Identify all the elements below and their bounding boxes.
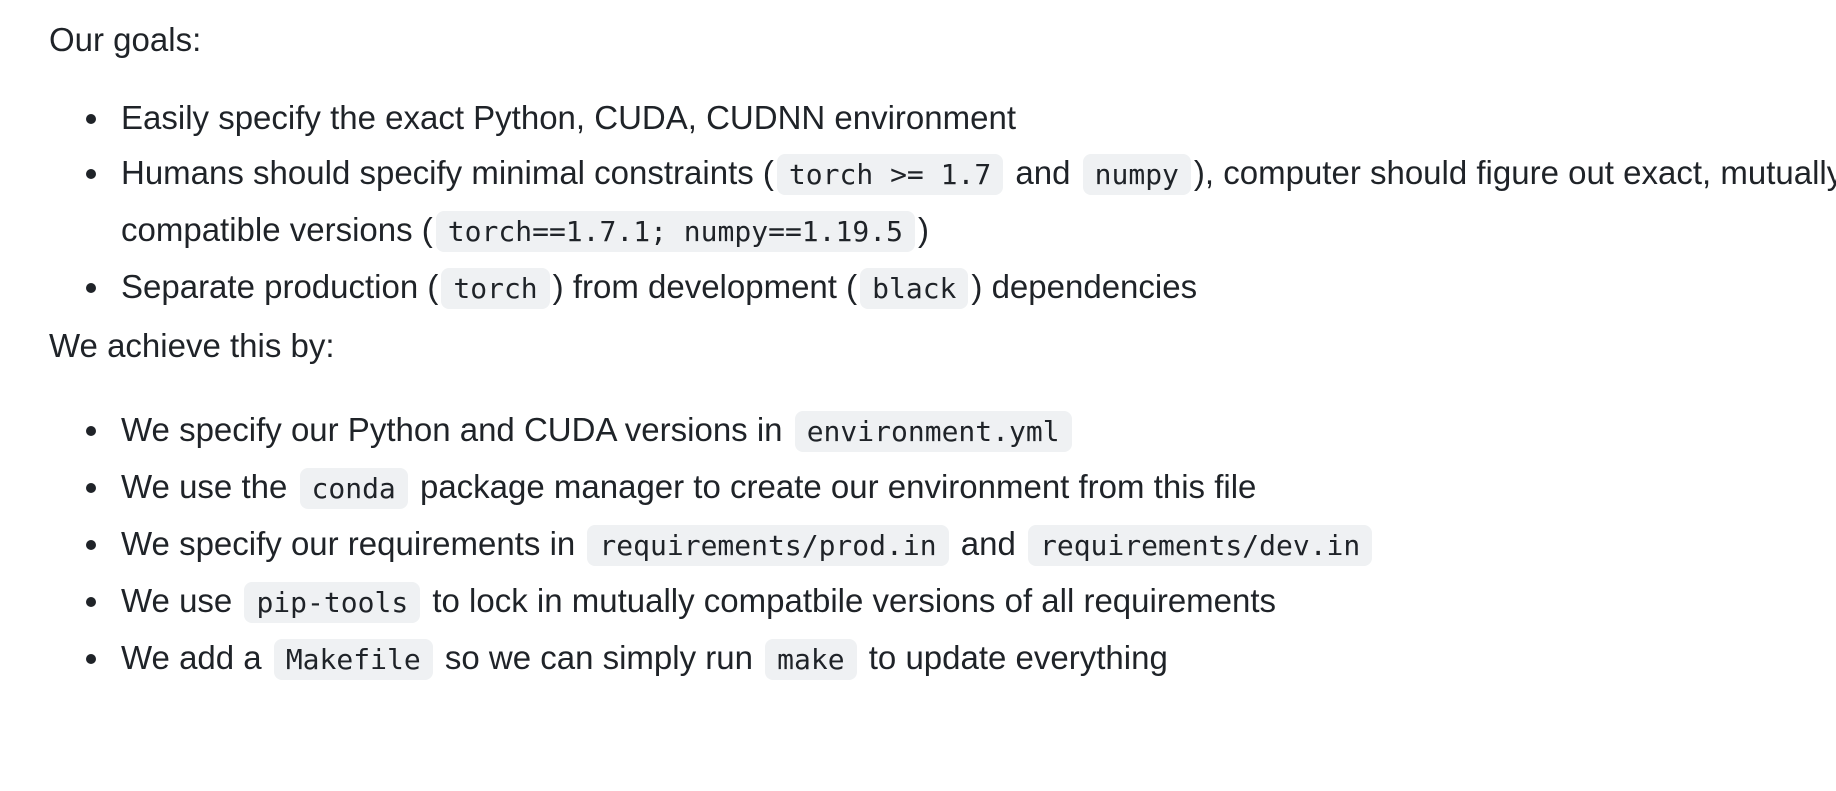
inline-code: pip-tools	[244, 582, 421, 623]
list-item: We specify our requirements in requireme…	[86, 516, 1836, 573]
item-text: Separate production (	[121, 268, 439, 305]
inline-code: numpy	[1082, 154, 1191, 195]
item-text: We use the	[121, 468, 297, 505]
item-text: to update everything	[859, 639, 1168, 676]
inline-code: conda	[299, 468, 408, 509]
goals-heading: Our goals:	[49, 21, 202, 58]
list-item: Separate production (torch) from develop…	[86, 259, 1836, 316]
inline-code: torch >= 1.7	[776, 154, 1004, 195]
goals-list: Easily specify the exact Python, CUDA, C…	[49, 90, 1836, 316]
list-item: We use pip-tools to lock in mutually com…	[86, 573, 1836, 630]
inline-code: environment.yml	[794, 411, 1072, 452]
list-item: Humans should specify minimal constraint…	[86, 145, 1836, 259]
approach-heading: We achieve this by:	[49, 327, 335, 364]
item-text: )	[917, 211, 929, 248]
item-text: to lock in mutually compatbile versions …	[423, 582, 1277, 619]
inline-code: requirements/dev.in	[1027, 525, 1373, 566]
approach-list: We specify our Python and CUDA versions …	[49, 402, 1836, 687]
inline-code: torch	[441, 268, 550, 309]
item-text: We use	[121, 582, 242, 619]
inline-code: make	[765, 639, 857, 680]
item-text: We add a	[121, 639, 271, 676]
inline-code: black	[860, 268, 969, 309]
readme-section: Our goals: Easily specify the exact Pyth…	[0, 0, 1836, 791]
item-text: Humans should specify minimal constraint…	[121, 154, 774, 191]
list-item: We use the conda package manager to crea…	[86, 459, 1836, 516]
inline-code: Makefile	[273, 639, 433, 680]
list-item: We specify our Python and CUDA versions …	[86, 402, 1836, 459]
item-text: We specify our Python and CUDA versions …	[121, 411, 792, 448]
item-text: Easily specify the exact Python, CUDA, C…	[121, 99, 1016, 136]
list-item: We add a Makefile so we can simply run m…	[86, 630, 1836, 687]
item-text: and	[1006, 154, 1080, 191]
list-item: Easily specify the exact Python, CUDA, C…	[86, 90, 1836, 145]
inline-code: requirements/prod.in	[587, 525, 949, 566]
inline-code: torch==1.7.1; numpy==1.19.5	[435, 211, 915, 252]
item-text: We specify our requirements in	[121, 525, 585, 562]
item-text: package manager to create our environmen…	[410, 468, 1257, 505]
item-text: ) from development (	[552, 268, 858, 305]
item-text: and	[951, 525, 1025, 562]
item-text: ) dependencies	[971, 268, 1198, 305]
item-text: so we can simply run	[435, 639, 763, 676]
